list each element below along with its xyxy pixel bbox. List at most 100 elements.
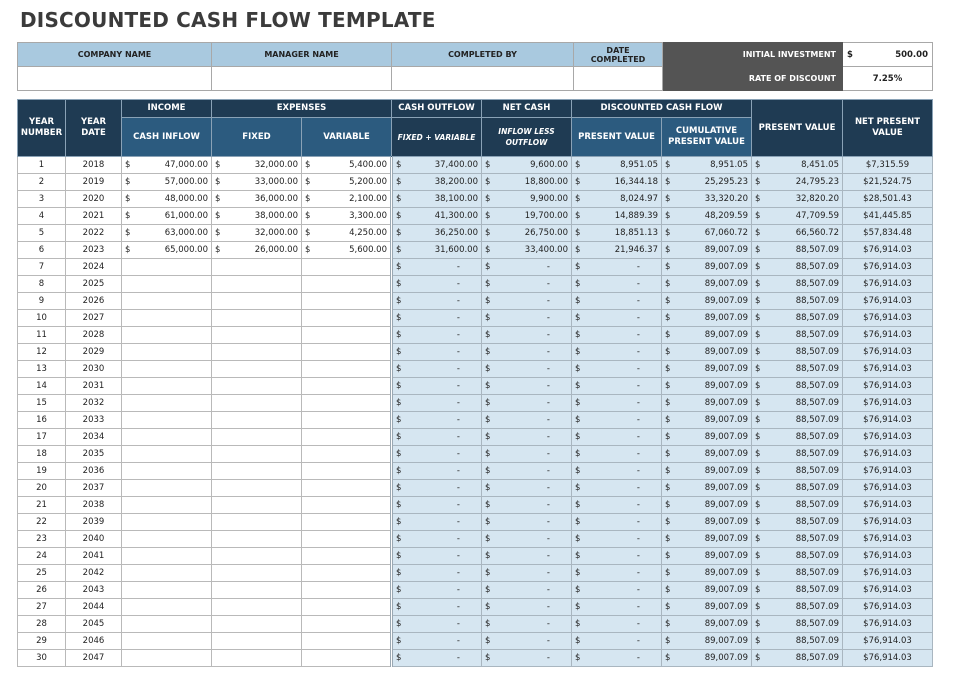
cash-outflow-value: - bbox=[456, 313, 460, 323]
fixed-cell[interactable]: $32,000.00 bbox=[211, 156, 302, 174]
cash-inflow-cell[interactable] bbox=[121, 547, 212, 565]
fixed-cell[interactable] bbox=[211, 428, 302, 446]
cash-inflow-cell[interactable] bbox=[121, 581, 212, 599]
cash-inflow-cell[interactable] bbox=[121, 649, 212, 667]
cash-inflow-cell[interactable] bbox=[121, 462, 212, 480]
date-completed-field[interactable] bbox=[573, 66, 663, 91]
variable-cell[interactable] bbox=[301, 513, 392, 531]
variable-cell[interactable]: $2,100.00 bbox=[301, 190, 392, 208]
cash-inflow-cell[interactable] bbox=[121, 292, 212, 310]
fixed-cell[interactable]: $26,000.00 bbox=[211, 241, 302, 259]
fixed-cell[interactable]: $32,000.00 bbox=[211, 224, 302, 242]
fixed-cell[interactable] bbox=[211, 411, 302, 429]
variable-cell[interactable] bbox=[301, 547, 392, 565]
cash-inflow-cell[interactable] bbox=[121, 394, 212, 412]
variable-cell[interactable] bbox=[301, 360, 392, 378]
cash-inflow-cell[interactable] bbox=[121, 428, 212, 446]
cash-inflow-cell[interactable] bbox=[121, 343, 212, 361]
variable-cell[interactable] bbox=[301, 343, 392, 361]
cum-pv-cell: $89,007.09 bbox=[661, 394, 752, 412]
completed-by-field[interactable] bbox=[391, 66, 574, 91]
cash-inflow-cell[interactable] bbox=[121, 445, 212, 463]
fixed-cell[interactable] bbox=[211, 598, 302, 616]
fixed-cell[interactable] bbox=[211, 496, 302, 514]
variable-cell[interactable] bbox=[301, 445, 392, 463]
cash-inflow-cell[interactable]: $61,000.00 bbox=[121, 207, 212, 225]
variable-cell[interactable] bbox=[301, 632, 392, 650]
manager-name-field[interactable] bbox=[211, 66, 392, 91]
cash-inflow-cell[interactable] bbox=[121, 615, 212, 633]
variable-cell[interactable]: $5,200.00 bbox=[301, 173, 392, 191]
cash-inflow-cell[interactable]: $63,000.00 bbox=[121, 224, 212, 242]
fixed-cell[interactable] bbox=[211, 530, 302, 548]
company-name-field[interactable] bbox=[17, 66, 212, 91]
cash-inflow-cell[interactable] bbox=[121, 530, 212, 548]
variable-cell[interactable] bbox=[301, 564, 392, 582]
cash-inflow-cell[interactable] bbox=[121, 513, 212, 531]
fixed-cell[interactable] bbox=[211, 258, 302, 276]
cash-inflow-cell[interactable] bbox=[121, 479, 212, 497]
fixed-cell[interactable] bbox=[211, 564, 302, 582]
fixed-cell[interactable] bbox=[211, 326, 302, 344]
variable-cell[interactable] bbox=[301, 292, 392, 310]
cash-inflow-cell[interactable] bbox=[121, 598, 212, 616]
variable-cell[interactable]: $4,250.00 bbox=[301, 224, 392, 242]
cash-inflow-cell[interactable] bbox=[121, 258, 212, 276]
fixed-cell[interactable] bbox=[211, 343, 302, 361]
fixed-cell[interactable] bbox=[211, 513, 302, 531]
variable-cell[interactable]: $5,400.00 bbox=[301, 156, 392, 174]
variable-cell[interactable] bbox=[301, 581, 392, 599]
cash-inflow-cell[interactable]: $47,000.00 bbox=[121, 156, 212, 174]
currency-symbol: $ bbox=[485, 194, 491, 204]
variable-cell[interactable] bbox=[301, 394, 392, 412]
variable-cell[interactable]: $3,300.00 bbox=[301, 207, 392, 225]
fixed-cell[interactable]: $33,000.00 bbox=[211, 173, 302, 191]
variable-cell[interactable] bbox=[301, 428, 392, 446]
cash-inflow-cell[interactable] bbox=[121, 496, 212, 514]
fixed-cell[interactable] bbox=[211, 479, 302, 497]
variable-cell[interactable] bbox=[301, 326, 392, 344]
variable-cell[interactable] bbox=[301, 530, 392, 548]
fixed-cell[interactable]: $38,000.00 bbox=[211, 207, 302, 225]
cash-inflow-cell[interactable] bbox=[121, 360, 212, 378]
fixed-cell[interactable] bbox=[211, 547, 302, 565]
cum-pv-cell: $48,209.59 bbox=[661, 207, 752, 225]
fixed-cell[interactable] bbox=[211, 275, 302, 293]
variable-cell[interactable]: $5,600.00 bbox=[301, 241, 392, 259]
variable-cell[interactable] bbox=[301, 309, 392, 327]
fixed-cell[interactable] bbox=[211, 309, 302, 327]
fixed-cell[interactable] bbox=[211, 360, 302, 378]
variable-cell[interactable] bbox=[301, 377, 392, 395]
fixed-cell[interactable] bbox=[211, 615, 302, 633]
variable-cell[interactable] bbox=[301, 479, 392, 497]
variable-cell[interactable] bbox=[301, 598, 392, 616]
initial-investment-field[interactable]: $ 500.00 bbox=[842, 42, 933, 67]
fixed-cell[interactable] bbox=[211, 394, 302, 412]
fixed-cell[interactable] bbox=[211, 445, 302, 463]
fixed-cell[interactable]: $36,000.00 bbox=[211, 190, 302, 208]
cash-inflow-cell[interactable]: $65,000.00 bbox=[121, 241, 212, 259]
fixed-cell[interactable] bbox=[211, 292, 302, 310]
cash-inflow-cell[interactable] bbox=[121, 564, 212, 582]
variable-cell[interactable] bbox=[301, 258, 392, 276]
variable-cell[interactable] bbox=[301, 275, 392, 293]
cash-inflow-cell[interactable]: $48,000.00 bbox=[121, 190, 212, 208]
cash-inflow-cell[interactable] bbox=[121, 326, 212, 344]
cash-inflow-cell[interactable]: $57,000.00 bbox=[121, 173, 212, 191]
variable-cell[interactable] bbox=[301, 462, 392, 480]
variable-cell[interactable] bbox=[301, 411, 392, 429]
fixed-cell[interactable] bbox=[211, 649, 302, 667]
cash-inflow-cell[interactable] bbox=[121, 309, 212, 327]
cash-inflow-cell[interactable] bbox=[121, 275, 212, 293]
fixed-cell[interactable] bbox=[211, 632, 302, 650]
fixed-cell[interactable] bbox=[211, 581, 302, 599]
fixed-cell[interactable] bbox=[211, 377, 302, 395]
fixed-cell[interactable] bbox=[211, 462, 302, 480]
cash-inflow-cell[interactable] bbox=[121, 377, 212, 395]
cash-inflow-cell[interactable] bbox=[121, 632, 212, 650]
variable-cell[interactable] bbox=[301, 615, 392, 633]
variable-cell[interactable] bbox=[301, 496, 392, 514]
rate-of-discount-field[interactable]: 7.25% bbox=[842, 66, 933, 91]
variable-cell[interactable] bbox=[301, 649, 392, 667]
cash-inflow-cell[interactable] bbox=[121, 411, 212, 429]
